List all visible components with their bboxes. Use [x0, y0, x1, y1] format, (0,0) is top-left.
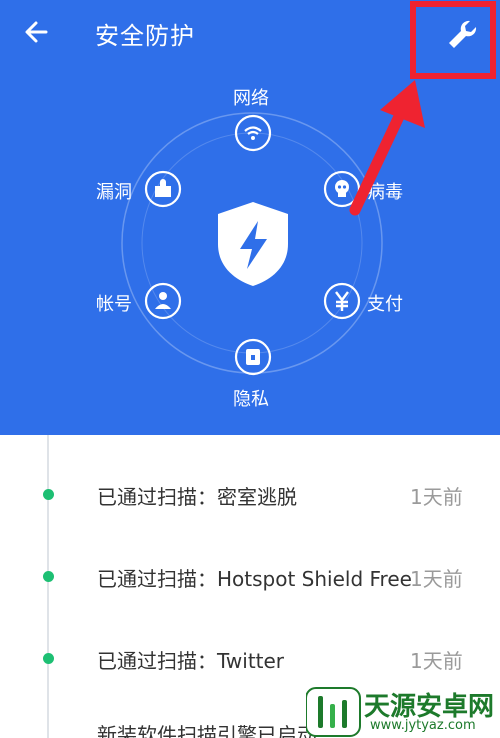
- scan-text: 已通过扫描：密室逃脱: [97, 485, 297, 509]
- puzzle-icon: [144, 170, 182, 208]
- page-title: 安全防护: [95, 22, 195, 50]
- annotation-arrow: [349, 80, 425, 216]
- list-item[interactable]: 已通过扫描：Hotspot Shield Free 1天前: [0, 557, 500, 597]
- label-network: 网络: [233, 88, 269, 109]
- highlight-box: [410, 1, 496, 79]
- node-network[interactable]: [233, 113, 273, 153]
- list-item[interactable]: 已通过扫描：密室逃脱 1天前: [0, 475, 500, 515]
- label-vulnerability: 漏洞: [96, 182, 132, 203]
- user-icon: [144, 282, 182, 320]
- scan-time: 1天前: [410, 567, 463, 591]
- back-button[interactable]: [20, 14, 56, 50]
- node-privacy[interactable]: [233, 337, 273, 377]
- status-dot: [43, 571, 54, 582]
- label-account: 帐号: [96, 294, 132, 315]
- node-vulnerability[interactable]: [143, 169, 183, 209]
- list-item[interactable]: 已通过扫描：Twitter 1天前: [0, 639, 500, 679]
- yen-icon: [323, 282, 361, 320]
- scan-text: 已通过扫描：Hotspot Shield Free: [97, 567, 412, 591]
- label-payment: 支付: [367, 294, 403, 315]
- wifi-icon: [234, 114, 272, 152]
- lightning-shield-icon[interactable]: [213, 199, 293, 289]
- scan-time: 1天前: [410, 649, 463, 673]
- status-dot: [43, 489, 54, 500]
- status-dot: [43, 653, 54, 664]
- scan-time: 1天前: [410, 485, 463, 509]
- scan-text-partial: 新装软件扫描引擎已启动: [97, 723, 317, 738]
- label-privacy: 隐私: [233, 389, 269, 410]
- lock-icon: [234, 338, 272, 376]
- node-payment[interactable]: [322, 281, 362, 321]
- scan-text: 已通过扫描：Twitter: [97, 649, 285, 673]
- arrow-left-icon: [25, 21, 48, 43]
- watermark-url: www.jytyaz.com: [370, 718, 476, 733]
- node-account[interactable]: [143, 281, 183, 321]
